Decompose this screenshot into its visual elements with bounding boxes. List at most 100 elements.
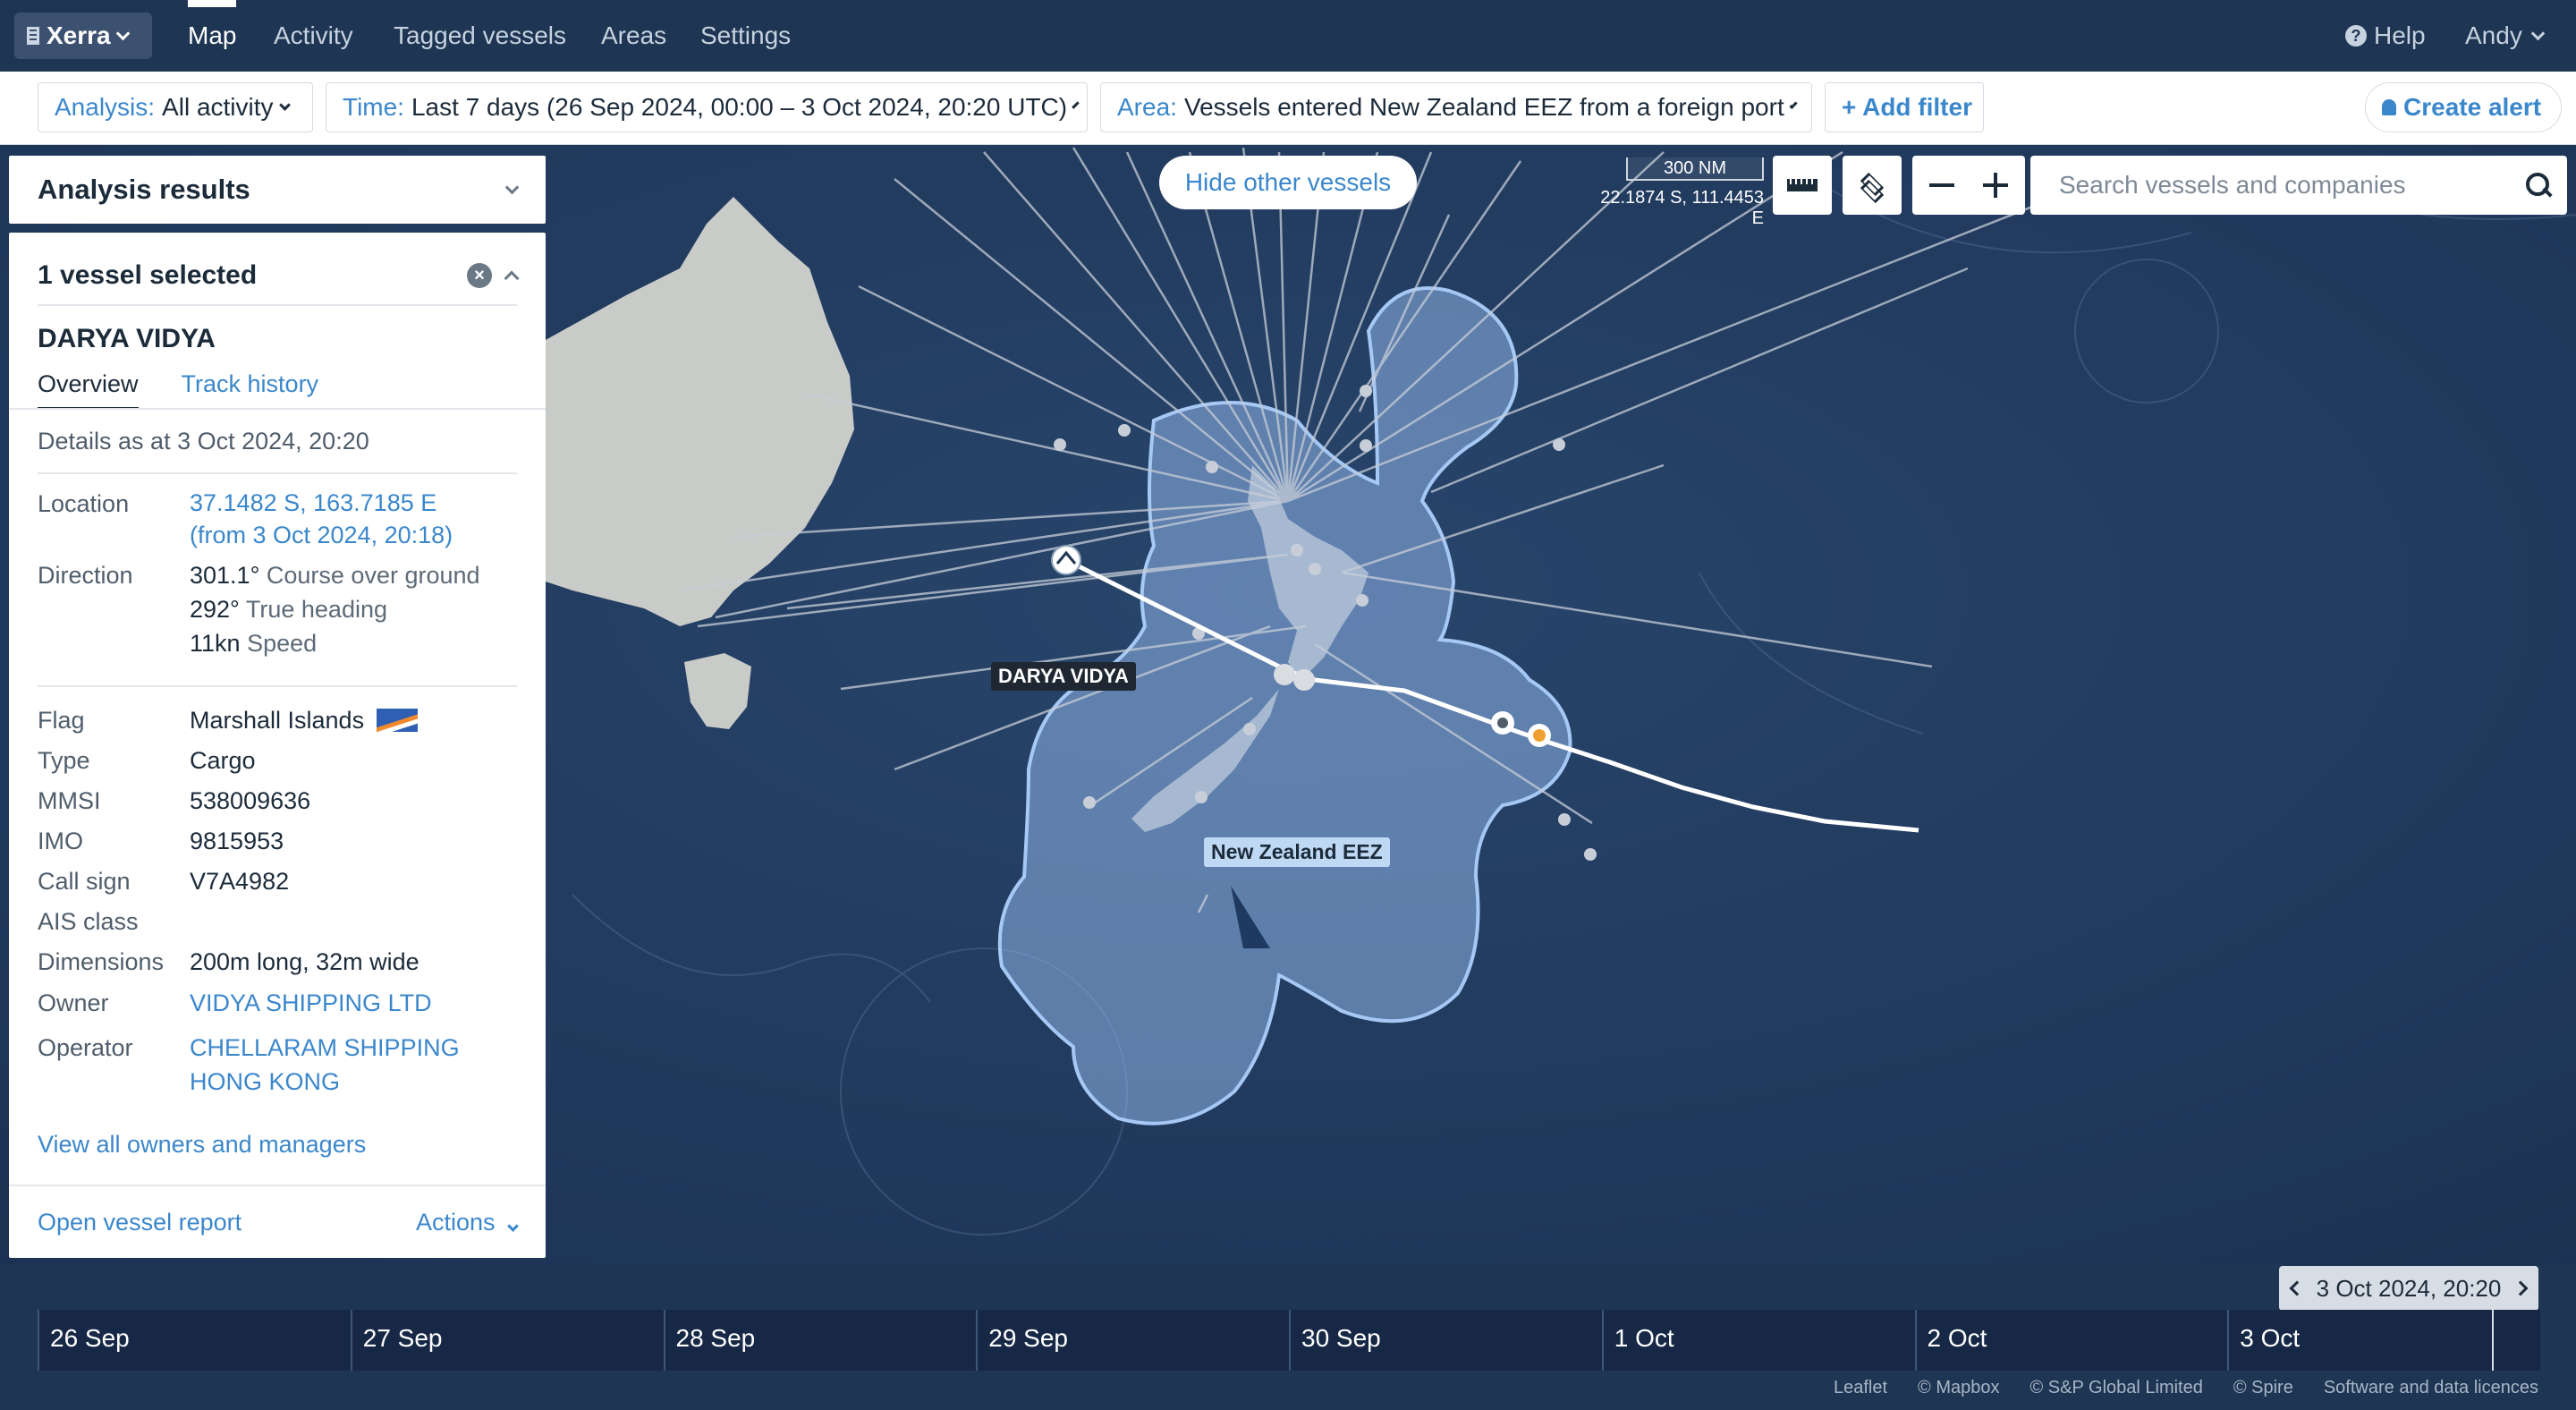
- course-value: 301.1°: [190, 562, 260, 589]
- timeline-cursor[interactable]: [2492, 1310, 2494, 1371]
- create-alert-button[interactable]: Create alert: [2365, 82, 2562, 132]
- panel-footer: Open vessel report Actions: [9, 1185, 546, 1258]
- time-filter-key: Time:: [343, 93, 404, 121]
- credit-mapbox[interactable]: © Mapbox: [1918, 1378, 1999, 1398]
- location-coords: 37.1482 S, 163.7185 E: [190, 489, 437, 516]
- building-icon: [27, 27, 39, 45]
- divider: [38, 685, 517, 687]
- heading-value: 292°: [190, 596, 240, 623]
- analysis-filter-value: All activity: [162, 93, 274, 121]
- direction-label: Direction: [38, 562, 133, 589]
- chevron-left-icon[interactable]: [2289, 1280, 2305, 1296]
- bell-icon: [2382, 99, 2396, 115]
- help-link[interactable]: ? Help: [2345, 21, 2426, 50]
- flag-row: Flag Marshall Islands: [38, 703, 419, 737]
- time-filter[interactable]: Time: Last 7 days (26 Sep 2024, 00:00 – …: [326, 82, 1088, 132]
- credit-spire[interactable]: © Spire: [2233, 1378, 2293, 1398]
- layers-button[interactable]: [1843, 156, 1902, 215]
- nav-activity[interactable]: Activity: [274, 21, 353, 50]
- chevron-up-icon[interactable]: [504, 270, 520, 286]
- location-value[interactable]: 37.1482 S, 163.7185 E (from 3 Oct 2024, …: [190, 487, 453, 551]
- chevron-right-icon[interactable]: [2512, 1280, 2529, 1296]
- minus-icon: [1929, 183, 1954, 187]
- current-time-label: 3 Oct 2024, 20:20: [2316, 1274, 2502, 1302]
- credit-leaflet[interactable]: Leaflet: [1834, 1378, 1887, 1398]
- tab-track-history[interactable]: Track history: [182, 370, 319, 410]
- measure-button[interactable]: [1773, 156, 1832, 215]
- type-row: Type Cargo: [38, 743, 256, 777]
- nav-tagged-vessels[interactable]: Tagged vessels: [394, 21, 566, 50]
- timeline-day[interactable]: 1 Oct: [1601, 1310, 1915, 1371]
- chevron-down-icon: [2530, 26, 2546, 40]
- org-switcher[interactable]: Xerra: [14, 13, 152, 59]
- timeline-day[interactable]: 26 Sep: [38, 1310, 351, 1371]
- analysis-results-header[interactable]: Analysis results: [9, 156, 546, 224]
- actions-menu[interactable]: Actions: [415, 1208, 519, 1236]
- help-icon: ?: [2345, 25, 2367, 47]
- ruler-icon: [1787, 179, 1818, 191]
- view-all-owners-link[interactable]: View all owners and managers: [38, 1131, 366, 1159]
- timeline-day[interactable]: 28 Sep: [663, 1310, 977, 1371]
- timeline-day[interactable]: 30 Sep: [1289, 1310, 1602, 1371]
- operator-link[interactable]: CHELLARAM SHIPPING HONG KONG: [190, 1031, 460, 1099]
- operator-line-1: CHELLARAM SHIPPING: [190, 1034, 460, 1061]
- credit-sp-global[interactable]: © S&P Global Limited: [2030, 1378, 2203, 1398]
- timeline-day[interactable]: 2 Oct: [1914, 1310, 2228, 1371]
- divider: [38, 304, 517, 306]
- zoom-out-button[interactable]: [1912, 156, 1971, 215]
- hide-other-vessels-button[interactable]: Hide other vessels: [1159, 156, 1417, 209]
- type-value: Cargo: [190, 747, 256, 774]
- search-icon[interactable]: [2526, 173, 2551, 198]
- analysis-filter[interactable]: Analysis: All activity: [38, 82, 313, 132]
- tab-overview[interactable]: Overview: [38, 370, 139, 410]
- nav-areas[interactable]: Areas: [601, 21, 666, 50]
- cursor-coordinates: 22.1874 S, 111.4453 E: [1600, 188, 1764, 228]
- ais-class-label: AIS class: [38, 908, 139, 935]
- owner-link[interactable]: VIDYA SHIPPING LTD: [190, 986, 432, 1020]
- flag-label: Flag: [38, 707, 85, 734]
- timeline-day[interactable]: 29 Sep: [976, 1310, 1289, 1371]
- chevron-down-icon: [507, 1219, 519, 1232]
- actions-label: Actions: [415, 1208, 496, 1236]
- chevron-down-icon: [278, 98, 291, 111]
- timeline-current-time: 3 Oct 2024, 20:20: [2279, 1266, 2538, 1311]
- area-filter-value: Vessels entered New Zealand EEZ from a f…: [1183, 93, 1784, 121]
- vessel-name: DARYA VIDYA: [38, 324, 216, 353]
- timeline-day[interactable]: 27 Sep: [350, 1310, 664, 1371]
- analysis-results-title: Analysis results: [38, 174, 250, 205]
- chevron-down-icon: [1789, 100, 1798, 109]
- operator-line-2: HONG KONG: [190, 1068, 341, 1095]
- chevron-down-icon: [1072, 100, 1080, 109]
- callsign-value: V7A4982: [190, 868, 290, 895]
- nav-settings[interactable]: Settings: [700, 21, 791, 50]
- ais-class-row: AIS class: [38, 905, 190, 939]
- layers-icon: [1859, 172, 1885, 204]
- vessel-search: [2030, 156, 2567, 215]
- area-filter[interactable]: Area: Vessels entered New Zealand EEZ fr…: [1100, 82, 1812, 132]
- user-menu[interactable]: Andy: [2465, 21, 2546, 50]
- vessel-marker[interactable]: [1051, 545, 1081, 575]
- credit-licences[interactable]: Software and data licences: [2324, 1378, 2538, 1398]
- timeline-track[interactable]: 26 Sep 27 Sep 28 Sep 29 Sep 30 Sep 1 Oct…: [38, 1310, 2540, 1371]
- location-row: Location 37.1482 S, 163.7185 E (from 3 O…: [38, 487, 453, 551]
- open-vessel-report-link[interactable]: Open vessel report: [38, 1209, 242, 1236]
- chevron-down-icon[interactable]: [504, 180, 520, 194]
- direction-values: 301.1° Course over ground 292° True head…: [190, 558, 480, 660]
- imo-row: IMO 9815953: [38, 824, 284, 858]
- nav-map[interactable]: Map: [188, 0, 237, 50]
- speed-label: Speed: [247, 630, 318, 657]
- mmsi-value: 538009636: [190, 787, 311, 814]
- callsign-row: Call sign V7A4982: [38, 864, 289, 898]
- search-input[interactable]: [2059, 171, 2526, 200]
- mmsi-row: MMSI 538009636: [38, 784, 310, 818]
- map-credits: Leaflet © Mapbox © S&P Global Limited © …: [1834, 1378, 2538, 1398]
- map-scale: 300 NM: [1626, 157, 1764, 181]
- zoom-in-button[interactable]: [1966, 156, 2025, 215]
- operator-label: Operator: [38, 1034, 133, 1061]
- vessel-map-label[interactable]: DARYA VIDYA: [991, 662, 1136, 691]
- area-filter-key: Area:: [1117, 93, 1177, 121]
- clear-selection-icon[interactable]: ×: [467, 263, 492, 288]
- selection-count: 1 vessel selected: [38, 260, 258, 290]
- chevron-down-icon: [115, 26, 130, 40]
- add-filter-button[interactable]: + Add filter: [1825, 82, 1984, 132]
